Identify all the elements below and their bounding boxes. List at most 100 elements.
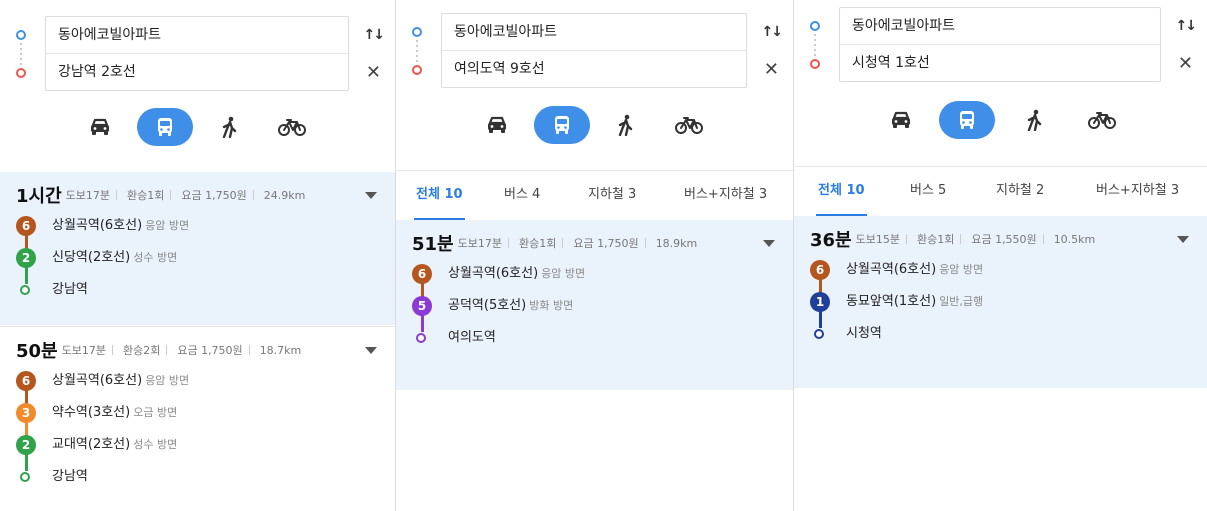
route-option[interactable]: 50분 도보17분 환승2회 요금 1,750원 18.7km 6 상월곡역(6호선) 응암 …	[0, 326, 395, 511]
end-station-dot	[416, 333, 426, 343]
meta-divider	[562, 238, 564, 248]
route-walk: 도보15분	[855, 233, 900, 246]
stop-name: 강남역	[52, 469, 88, 484]
route-option[interactable]: 1시간 도보17분 환승1회 요금 1,750원 24.9km 6 상월곡역(6호선) 응암 …	[0, 172, 395, 325]
line-badge: 2	[16, 248, 36, 268]
bus-mode-button[interactable]	[137, 108, 193, 146]
tab-filter-0[interactable]: 전체 10	[816, 167, 867, 216]
transfer-stop: 1 동묘앞역(1호선) 일반,급행	[810, 292, 1191, 314]
tab-filter-1[interactable]: 버스 4	[504, 171, 540, 219]
route-fare: 요금 1,550원	[971, 233, 1037, 246]
route-endpoint-markers	[16, 16, 28, 112]
tab-filter-3[interactable]: 버스+지하철 3	[1096, 167, 1179, 215]
route-summary: 36분 도보15분 환승1회 요금 1,550원 10.5km	[810, 226, 1167, 252]
walk-icon	[617, 114, 635, 136]
tab-filter-1[interactable]: 버스 5	[910, 167, 946, 215]
stop-name: 강남역	[52, 282, 88, 297]
swap-direction-icon[interactable]: ↑↓	[364, 26, 386, 44]
origin-marker-icon	[16, 30, 26, 40]
transport-mode-selector	[396, 106, 793, 146]
meta-divider	[905, 234, 907, 244]
destination-field[interactable]: 시청역 1호선	[840, 44, 1160, 81]
walk-mode-button[interactable]	[202, 108, 258, 146]
line-badge: 6	[810, 260, 830, 280]
bike-mode-button[interactable]	[1074, 101, 1130, 139]
end-station-dot	[814, 329, 824, 339]
tab-filter-0[interactable]: 전체 10	[414, 171, 465, 220]
bus-mode-button[interactable]	[534, 106, 590, 144]
walk-mode-button[interactable]	[1007, 101, 1063, 139]
route-dotted-connector	[20, 43, 22, 68]
car-mode-button[interactable]	[469, 106, 525, 144]
line-badge: 6	[16, 216, 36, 236]
stop-label: 교대역(2호선) 성수 방면	[52, 435, 177, 455]
panel-body: 동아에코빌아파트 시청역 1호선 ↑↓ ✕ 전체 10 버스 5 지하철 2 버스+지하철 3…	[794, 0, 1207, 511]
stop-label: 상월곡역(6호선) 응암 방면	[448, 264, 585, 284]
clear-route-icon[interactable]: ✕	[764, 61, 779, 79]
destination-field[interactable]: 여의도역 9호선	[442, 50, 746, 87]
tab-filter-2[interactable]: 지하철 2	[996, 167, 1044, 215]
route-endpoint-markers	[810, 7, 822, 103]
bike-mode-button[interactable]	[661, 106, 717, 144]
walk-icon	[1026, 109, 1044, 131]
car-mode-button[interactable]	[72, 108, 128, 146]
expand-chevron-icon[interactable]	[365, 347, 377, 354]
stop-label: 상월곡역(6호선) 응암 방면	[52, 216, 189, 236]
transfer-stop: 6 상월곡역(6호선) 응암 방면	[810, 260, 1191, 282]
route-transfer: 환승1회	[518, 237, 557, 250]
transfer-stop: 6 상월곡역(6호선) 응암 방면	[412, 264, 777, 286]
stop-label: 동묘앞역(1호선) 일반,급행	[846, 292, 983, 312]
stop-name: 여의도역	[448, 330, 496, 345]
route-input-box: 동아에코빌아파트 시청역 1호선	[839, 7, 1161, 82]
route-filter-tabs: 전체 10 버스 5 지하철 2 버스+지하철 3	[794, 166, 1207, 218]
route-distance: 18.9km	[655, 236, 698, 250]
stop-name: 상월곡역(6호선)	[52, 218, 143, 233]
origin-marker-icon	[412, 27, 422, 37]
line-badge: 6	[16, 371, 36, 391]
stop-direction: 방화 방면	[529, 299, 574, 312]
swap-direction-icon[interactable]: ↑↓	[762, 23, 784, 41]
bus-icon	[957, 110, 977, 130]
panel-body: 동아에코빌아파트 강남역 2호선 ↑↓ ✕ 1시간 도보17분 환승1회 요금 1,750원 2…	[0, 0, 395, 511]
clear-route-icon[interactable]: ✕	[366, 64, 381, 82]
meta-divider	[507, 238, 509, 248]
stop-label: 공덕역(5호선) 방화 방면	[448, 296, 573, 316]
bike-mode-button[interactable]	[264, 108, 320, 146]
bus-icon	[155, 117, 175, 137]
expand-chevron-icon[interactable]	[1177, 236, 1189, 243]
walk-mode-button[interactable]	[598, 106, 654, 144]
expand-chevron-icon[interactable]	[763, 240, 775, 247]
route-fare: 요금 1,750원	[573, 237, 639, 250]
car-mode-button[interactable]	[873, 101, 929, 139]
meta-divider	[248, 345, 250, 355]
clear-route-icon[interactable]: ✕	[1178, 55, 1193, 73]
meta-divider	[1042, 234, 1044, 244]
route-transfer: 환승1회	[916, 233, 955, 246]
origin-field[interactable]: 동아에코빌아파트	[442, 14, 746, 50]
route-panel-yeouido: 동아에코빌아파트 여의도역 9호선 ↑↓ ✕ 전체 10 버스 4 지하철 3 버스+지하철 …	[396, 0, 794, 511]
tab-filter-3[interactable]: 버스+지하철 3	[684, 171, 767, 219]
origin-field[interactable]: 동아에코빌아파트	[46, 17, 348, 53]
origin-field[interactable]: 동아에코빌아파트	[840, 8, 1160, 44]
tab-filter-2[interactable]: 지하철 3	[588, 171, 636, 219]
route-walk: 도보17분	[457, 237, 502, 250]
meta-divider	[252, 190, 254, 200]
stop-direction: 응암 방면	[145, 374, 190, 387]
transfer-stop: 2 교대역(2호선) 성수 방면	[16, 435, 379, 457]
line-badge: 3	[16, 403, 36, 423]
destination-stop: 강남역	[16, 280, 379, 302]
route-option[interactable]: 36분 도보15분 환승1회 요금 1,550원 10.5km 6 상월곡역(6호선) 응암 …	[794, 216, 1207, 388]
route-duration: 51분	[412, 234, 454, 255]
route-search: 동아에코빌아파트 시청역 1호선 ↑↓ ✕	[794, 7, 1207, 103]
swap-direction-icon[interactable]: ↑↓	[1176, 17, 1198, 35]
route-panel-gangnam: 동아에코빌아파트 강남역 2호선 ↑↓ ✕ 1시간 도보17분 환승1회 요금 1,750원 2…	[0, 0, 396, 511]
route-option[interactable]: 51분 도보17분 환승1회 요금 1,750원 18.9km 6 상월곡역(6호선) 응암 …	[396, 220, 793, 390]
bus-mode-button[interactable]	[939, 101, 995, 139]
expand-chevron-icon[interactable]	[365, 192, 377, 199]
transfer-stop: 2 신당역(2호선) 성수 방면	[16, 248, 379, 270]
stop-name: 상월곡역(6호선)	[52, 373, 143, 388]
meta-divider	[170, 190, 172, 200]
destination-field[interactable]: 강남역 2호선	[46, 53, 348, 90]
car-icon	[486, 116, 508, 134]
route-duration: 1시간	[16, 186, 62, 207]
